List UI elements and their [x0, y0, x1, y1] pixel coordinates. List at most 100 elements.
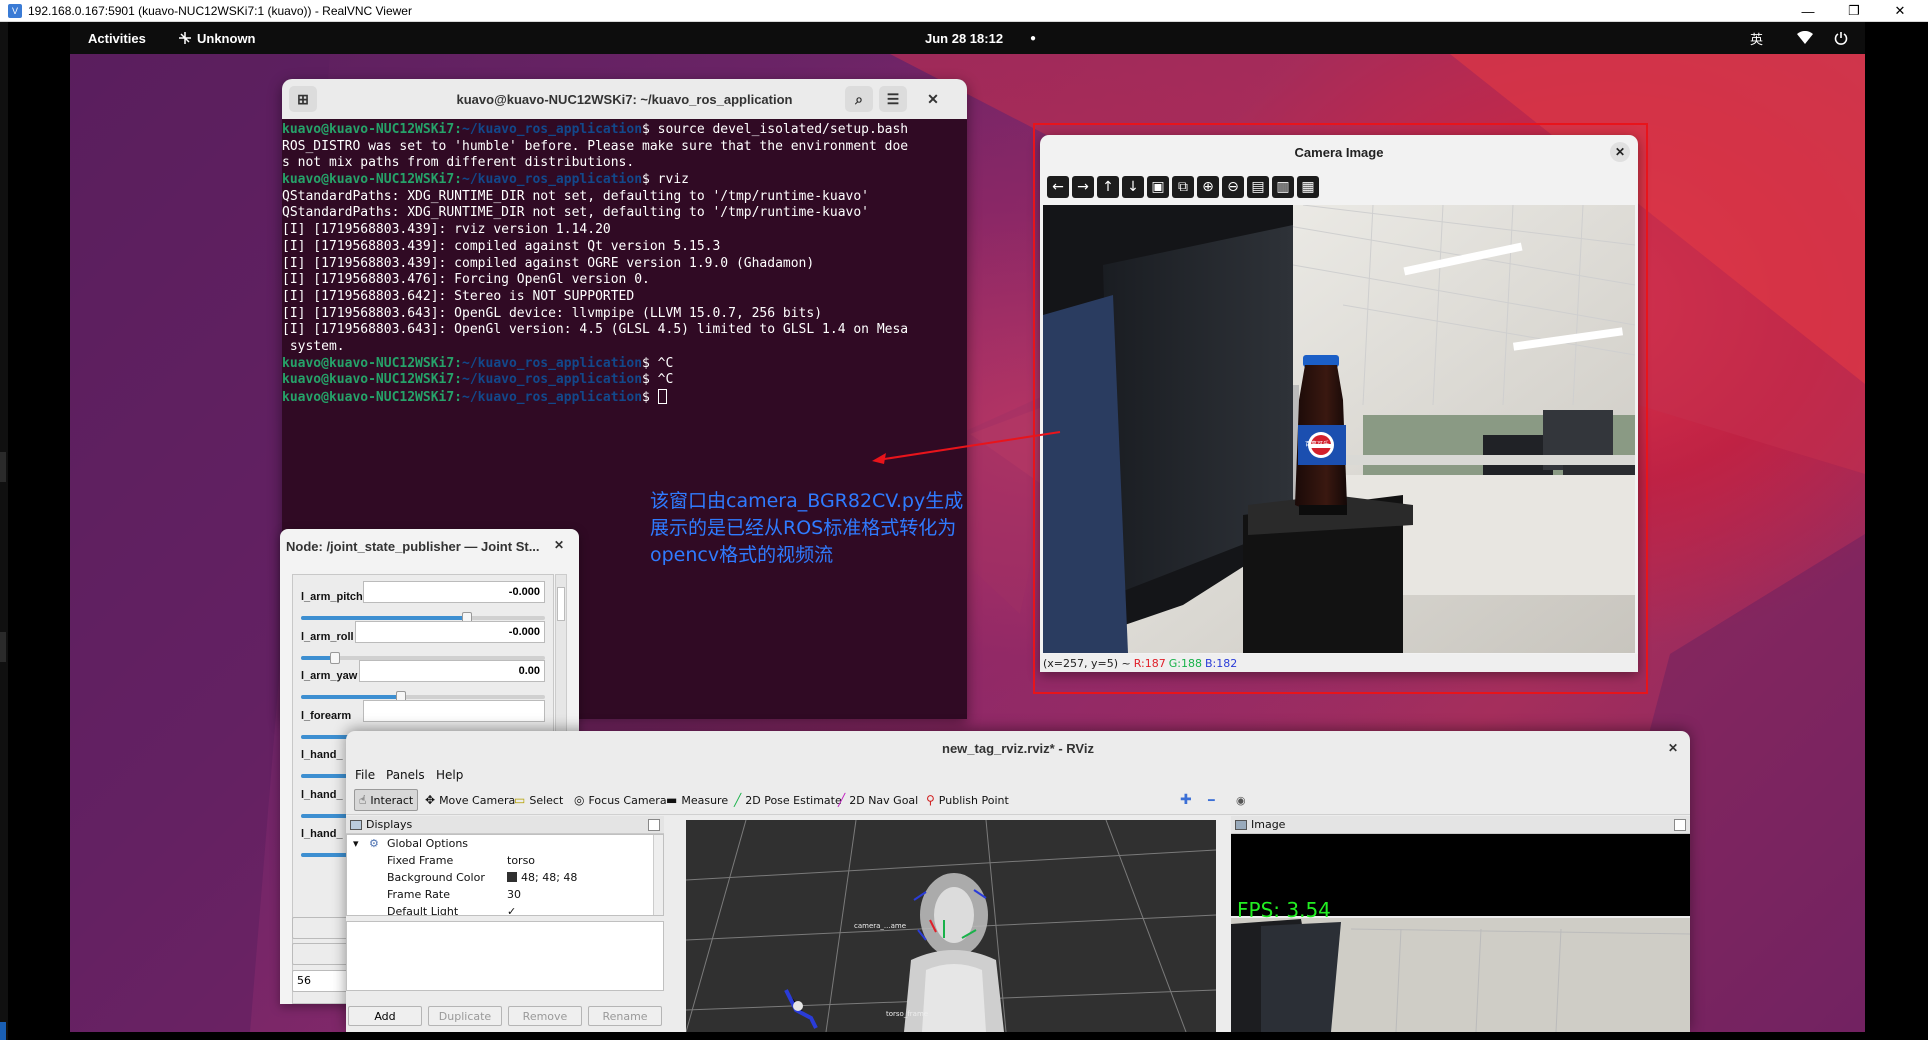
tool-measure[interactable]: ▬ Measure	[662, 789, 732, 811]
display-property-row[interactable]: Frame Rate 30	[347, 886, 663, 903]
close-icon[interactable]: ✕	[919, 86, 947, 112]
jsp-header[interactable]: Node: /joint_state_publisher — Joint St.…	[280, 529, 579, 563]
input-method-indicator[interactable]: 英	[1750, 22, 1763, 54]
tool-2d-pose-estimate[interactable]: ╱ 2D Pose Estimate	[730, 789, 846, 811]
menu-panels[interactable]: Panels	[386, 768, 425, 782]
camera-window-title: Camera Image	[1294, 144, 1384, 160]
camera-image-window[interactable]: Camera Image ✕ ← → ↑ ↓ ▣ ⧉ ⊕ ⊖ ▤ ▥ ▦ 百事可…	[1040, 135, 1638, 672]
save-icon[interactable]: ▤	[1247, 176, 1269, 198]
maximize-button[interactable]: ❐	[1831, 0, 1877, 22]
power-icon[interactable]	[1834, 22, 1848, 54]
clock[interactable]: Jun 28 18:12	[925, 22, 1003, 54]
prompt-user: kuavo@kuavo-NUC12WSKi7:	[282, 390, 463, 405]
terminal-prompt-line: kuavo@kuavo-NUC12WSKi7:~/kuavo_ros_appli…	[282, 389, 967, 406]
property-value[interactable]: torso	[507, 854, 535, 867]
prompt-command: $	[642, 390, 658, 405]
view-eye-icon[interactable]: ◉	[1232, 789, 1250, 811]
display-property-row[interactable]: Background Color 48; 48; 48	[347, 869, 663, 886]
pixel-info-status: (x=257, y=5) ~ R:187 G:188 B:182	[1040, 654, 1638, 672]
display-property-row[interactable]: Default Light ✓	[347, 903, 663, 915]
vnc-left-margin	[0, 22, 8, 1040]
rviz-toolbar: ✚ ━ ◉ ☝ Interact ✥ Move Camera ▭ Select ◎ Focus…	[346, 785, 1690, 815]
tool-2d-nav-goal[interactable]: ╱ 2D Nav Goal	[834, 789, 922, 811]
tool-publish-point[interactable]: ⚲ Publish Point	[922, 789, 1013, 811]
add-display-button[interactable]: Add	[348, 1006, 422, 1026]
camera-window-header[interactable]: Camera Image ✕	[1040, 135, 1638, 169]
image-panel-view[interactable]: FPS: 3.54	[1231, 834, 1690, 1032]
tool-interact[interactable]: ☝ Interact	[354, 789, 419, 811]
zoom-out-icon[interactable]: ⊖	[1222, 176, 1244, 198]
prompt-command: $ rviz	[642, 172, 689, 188]
close-button[interactable]: ✕	[1877, 0, 1923, 22]
annotation-text: 该窗口由camera_BGR82CV.py生成 展示的是已经从ROS标准格式转化…	[650, 488, 1010, 569]
menu-file[interactable]: File	[355, 768, 375, 782]
prompt-path: ~/kuavo_ros_application	[462, 372, 643, 388]
network-icon	[179, 32, 191, 44]
annotation-arrow	[872, 431, 1061, 464]
duplicate-display-button[interactable]: Duplicate	[428, 1006, 502, 1026]
tool-select[interactable]: ▭ Select	[510, 789, 567, 811]
camera-close-button[interactable]: ✕	[1610, 142, 1630, 162]
fit-icon[interactable]: ▣	[1147, 176, 1169, 198]
expand-arrow-icon[interactable]: ▾	[353, 835, 359, 852]
property-label: Global Options	[387, 837, 469, 850]
zoom-in-icon[interactable]: ⊕	[1197, 176, 1219, 198]
properties-icon[interactable]: ▦	[1297, 176, 1319, 198]
pose-estimate-icon: ╱	[734, 793, 742, 807]
menu-help[interactable]: Help	[436, 768, 463, 782]
joint-value-input[interactable]	[363, 699, 545, 722]
activities-button[interactable]: Activities	[88, 22, 146, 54]
tool-move-camera[interactable]: ✥ Move Camera	[421, 789, 519, 811]
gnome-top-bar: Activities Unknown Jun 28 18:12 ● 英	[70, 22, 1865, 54]
minimize-button[interactable]: —	[1785, 0, 1831, 22]
tool-label: 2D Nav Goal	[849, 793, 919, 807]
terminal-output[interactable]: kuavo@kuavo-NUC12WSKi7:~/kuavo_ros_appli…	[282, 119, 967, 406]
camera-video-frame[interactable]: 百事可乐	[1043, 205, 1635, 653]
joint-value-input[interactable]: 0.00	[359, 660, 545, 682]
image-panel: Image FPS: 3.54	[1231, 816, 1690, 1032]
search-icon[interactable]: ⌕	[845, 86, 873, 112]
displays-scrollbar[interactable]	[653, 835, 663, 915]
rviz-window[interactable]: new_tag_rviz.rviz* - RViz ✕ File Panels …	[346, 731, 1690, 1032]
forward-icon[interactable]: →	[1072, 176, 1094, 198]
remove-display-button[interactable]: Remove	[508, 1006, 582, 1026]
remove-tool-icon[interactable]: ━	[1204, 789, 1219, 811]
display-property-row[interactable]: Fixed Frame torso	[347, 852, 663, 869]
tool-label: Measure	[681, 793, 729, 807]
tool-label: Interact	[370, 793, 414, 807]
jsp-button-1[interactable]	[292, 917, 352, 939]
displays-float-button[interactable]	[648, 819, 660, 831]
rename-display-button[interactable]: Rename	[588, 1006, 662, 1026]
joint-value-input[interactable]: -0.000	[363, 581, 545, 603]
image-panel-float-button[interactable]	[1674, 819, 1686, 831]
property-value[interactable]: ✓	[507, 905, 516, 915]
jsp-number-field[interactable]: 56	[292, 970, 352, 992]
image-panel-title: Image	[1251, 818, 1286, 831]
prompt-command: $ ^C	[642, 372, 674, 388]
jsp-close-icon[interactable]: ✕	[554, 538, 564, 552]
tool-focus-camera[interactable]: ◎ Focus Camera	[570, 789, 671, 811]
terminal-header[interactable]: ⊞ kuavo@kuavo-NUC12WSKi7: ~/kuavo_ros_ap…	[282, 79, 967, 119]
clipboard-icon[interactable]: ▥	[1272, 176, 1294, 198]
image-icon[interactable]: ⧉	[1172, 176, 1194, 198]
menu-icon[interactable]: ☰	[879, 86, 907, 112]
global-options-row[interactable]: ▾ ⚙ Global Options	[347, 835, 663, 852]
prompt-path: ~/kuavo_ros_application	[462, 122, 643, 137]
down-icon[interactable]: ↓	[1122, 176, 1144, 198]
add-tool-icon[interactable]: ✚	[1176, 789, 1196, 811]
back-icon[interactable]: ←	[1047, 176, 1069, 198]
rviz-close-icon[interactable]: ✕	[1668, 741, 1678, 755]
wifi-icon[interactable]	[1797, 22, 1813, 54]
gear-icon: ⚙	[369, 837, 379, 850]
joint-name: l_hand_	[301, 828, 343, 840]
property-value[interactable]: 30	[507, 888, 521, 901]
prompt-user: kuavo@kuavo-NUC12WSKi7:	[282, 355, 463, 371]
joint-value-input[interactable]: -0.000	[355, 620, 545, 643]
rviz-header[interactable]: new_tag_rviz.rviz* - RViz ✕	[346, 731, 1690, 765]
displays-tree[interactable]: ▾ ⚙ Global Options Fixed Frame torso Backgrou…	[346, 834, 664, 916]
rviz-3d-view[interactable]: camera_...ame torso_frame	[686, 820, 1216, 1032]
jsp-button-2[interactable]	[292, 943, 352, 965]
property-value[interactable]: 48; 48; 48	[521, 871, 577, 884]
network-indicator[interactable]: Unknown	[178, 22, 256, 54]
up-icon[interactable]: ↑	[1097, 176, 1119, 198]
